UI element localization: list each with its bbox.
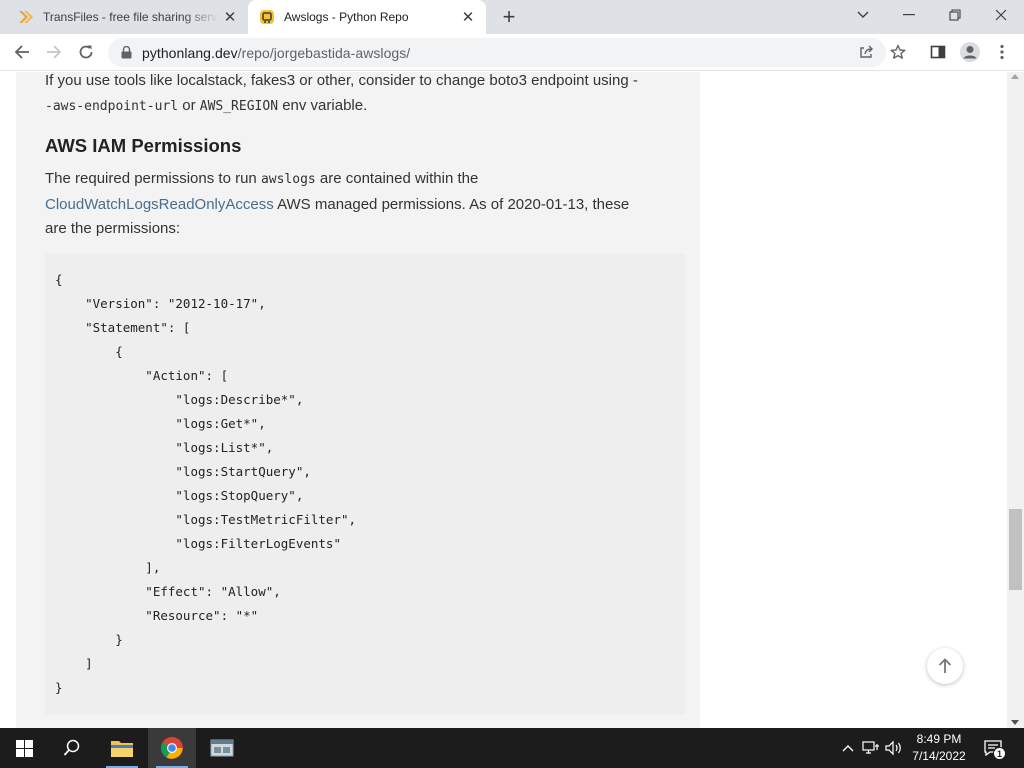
tab-title: TransFiles - free file sharing service	[43, 10, 219, 24]
permissions-text: are the permissions:	[45, 220, 181, 237]
network-icon[interactable]	[861, 738, 881, 758]
intro-text: or	[178, 96, 200, 114]
clock-time: 8:49 PM	[916, 732, 962, 746]
volume-icon[interactable]	[884, 738, 904, 758]
forward-icon[interactable]	[40, 38, 68, 66]
code-line: "Action": [	[55, 368, 229, 383]
lock-icon[interactable]	[119, 46, 133, 60]
tab-strip: TransFiles - free file sharing service ✕…	[0, 0, 1024, 34]
folder-icon	[111, 741, 133, 757]
side-panel-icon[interactable]	[924, 38, 952, 66]
tab-search-icon[interactable]	[840, 0, 886, 30]
tab-title: Awslogs - Python Repo	[284, 10, 409, 24]
code-block[interactable]: { "Version": "2012-10-17", "Statement": …	[45, 254, 685, 714]
windows-logo-icon	[15, 739, 33, 757]
code-line: ],	[55, 560, 161, 575]
search-button[interactable]	[48, 728, 96, 768]
cloudwatch-policy-link[interactable]: CloudWatchLogsReadOnlyAccess	[45, 196, 274, 213]
inline-code: AWS_REGION	[199, 98, 279, 114]
python-repo-icon	[259, 9, 275, 25]
inline-code: -aws-endpoint-url	[45, 98, 179, 114]
code-line: "Effect": "Allow",	[55, 584, 281, 599]
permissions-text: The required permissions to run	[45, 170, 261, 187]
search-icon	[63, 739, 80, 756]
notification-count-badge: 1	[993, 747, 1006, 760]
profile-avatar-icon[interactable]	[956, 38, 984, 66]
reload-icon[interactable]	[72, 38, 100, 66]
code-line: }	[55, 632, 123, 647]
arrow-up-icon	[938, 658, 952, 673]
scrollbar-thumb[interactable]	[1009, 509, 1022, 590]
minimize-icon[interactable]	[886, 0, 932, 30]
browser-toolbar: pythonlang.dev/repo/jorgebastida-awslogs…	[0, 34, 1024, 71]
address-bar[interactable]: pythonlang.dev/repo/jorgebastida-awslogs…	[108, 38, 886, 67]
tab-transfiles[interactable]: TransFiles - free file sharing service ✕	[8, 0, 248, 34]
close-window-icon[interactable]	[978, 0, 1024, 30]
back-to-top-button[interactable]	[927, 648, 963, 684]
url-text[interactable]: pythonlang.dev/repo/jorgebastida-awslogs…	[142, 45, 410, 61]
notifications-icon[interactable]: 1	[983, 738, 1006, 760]
bookmark-star-icon[interactable]	[884, 38, 912, 66]
permissions-text: AWS managed permissions. As of 2020-01-1…	[273, 195, 630, 213]
start-button[interactable]	[0, 728, 48, 768]
system-clock[interactable]: 8:49 PM 7/14/2022	[906, 730, 972, 766]
app-window-icon	[210, 739, 234, 757]
code-line: "logs:FilterLogEvents"	[55, 536, 341, 551]
code-line: }	[55, 680, 63, 695]
url-host: pythonlang.dev	[142, 44, 238, 61]
permissions-text: are contained within the	[315, 170, 479, 187]
section-heading: AWS IAM Permissions	[45, 135, 242, 156]
back-icon[interactable]	[8, 38, 36, 66]
vertical-scrollbar[interactable]	[1007, 72, 1024, 728]
code-line: "logs:List*",	[55, 440, 274, 455]
restore-icon[interactable]	[932, 0, 978, 30]
permissions-paragraph: The required permissions to run awslogs …	[45, 167, 685, 242]
chrome-icon	[161, 737, 183, 759]
intro-text: If you use tools like localstack, fakes3…	[45, 72, 638, 89]
menu-kebab-icon[interactable]	[988, 38, 1016, 66]
new-tab-icon[interactable]: +	[497, 4, 521, 29]
code-line: ]	[55, 656, 93, 671]
url-path: /repo/jorgebastida-awslogs/	[237, 44, 411, 61]
tab-awslogs[interactable]: Awslogs - Python Repo ✕	[248, 0, 486, 34]
close-tab-icon[interactable]: ✕	[222, 9, 238, 25]
clock-date: 7/14/2022	[912, 749, 966, 763]
article-content: If you use tools like localstack, fakes3…	[16, 72, 700, 728]
code-line: "Version": "2012-10-17",	[55, 296, 266, 311]
code-line: "logs:TestMetricFilter",	[55, 512, 357, 527]
code-line: "logs:Describe*",	[55, 392, 304, 407]
scroll-down-arrow-icon[interactable]	[1011, 720, 1019, 725]
chrome-button[interactable]	[148, 728, 196, 768]
code-line: {	[55, 272, 63, 287]
chevron-up-icon[interactable]	[838, 738, 858, 758]
chevrons-right-icon	[18, 9, 34, 25]
share-icon[interactable]	[852, 38, 880, 66]
code-line: "Resource": "*"	[55, 608, 259, 623]
code-line: "logs:Get*",	[55, 416, 266, 431]
code-line: "logs:StopQuery",	[55, 488, 304, 503]
intro-paragraph: If you use tools like localstack, fakes3…	[45, 72, 685, 119]
file-explorer-button[interactable]	[98, 728, 146, 768]
scroll-up-arrow-icon[interactable]	[1011, 74, 1019, 79]
close-tab-icon[interactable]: ✕	[460, 9, 476, 25]
page-viewport: If you use tools like localstack, fakes3…	[0, 72, 1024, 728]
inline-code: awslogs	[260, 172, 316, 187]
code-line: "Statement": [	[55, 320, 191, 335]
windows-taskbar: 8:49 PM 7/14/2022 1	[0, 728, 1024, 768]
intro-text: env variable.	[278, 96, 368, 114]
code-line: "logs:StartQuery",	[55, 464, 311, 479]
app-button[interactable]	[198, 728, 246, 768]
code-line: {	[55, 344, 123, 359]
